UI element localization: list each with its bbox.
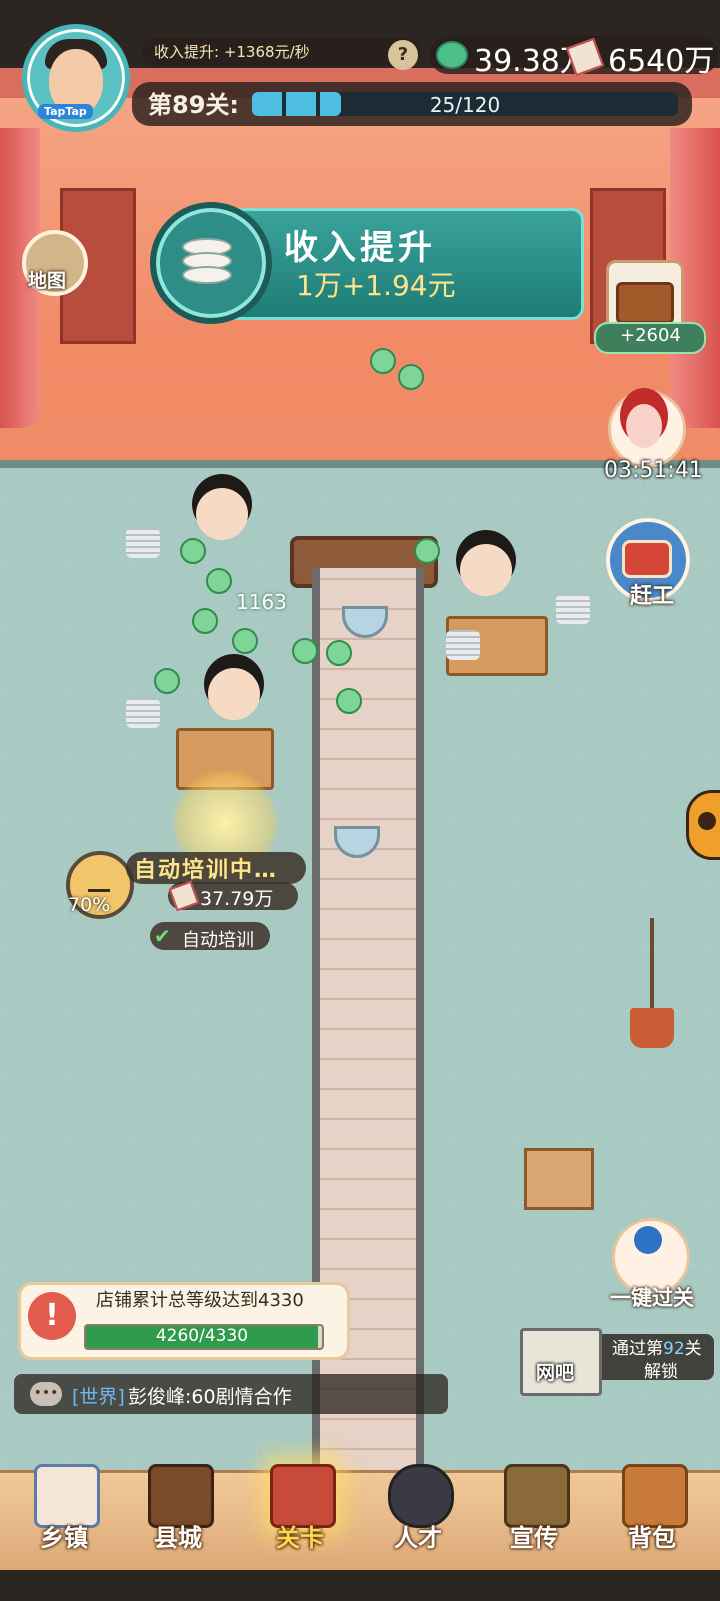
- alert-icon: !: [28, 1292, 76, 1340]
- money-icon: [414, 538, 440, 564]
- rush-label: 赶工: [630, 584, 675, 609]
- task-progress-text: 4260/4330: [155, 1326, 249, 1346]
- nav-talent[interactable]: 人才: [368, 1456, 468, 1566]
- banner-title: 收入提升: [284, 228, 436, 268]
- level-progress-text: 25/120: [429, 93, 501, 117]
- auto-train-label: 自动培训: [182, 930, 254, 951]
- money-icon: [206, 568, 232, 594]
- plate-stack: [556, 594, 590, 624]
- training-cost: 37.79万: [200, 888, 274, 910]
- cash-popup: 1163: [236, 590, 287, 614]
- taptap-badge: TapTap: [38, 104, 93, 119]
- income-boost-label: 收入提升: +1368元/秒: [142, 38, 420, 66]
- money-icon: [292, 638, 318, 664]
- money-icon: [326, 640, 352, 666]
- money-icon: [232, 628, 258, 654]
- plate-stack: [126, 698, 160, 728]
- nav-label: 宣传: [510, 1524, 558, 1552]
- chat-channel: [世界]: [72, 1386, 125, 1408]
- runner-icon: [634, 1226, 662, 1254]
- money-icon: [180, 538, 206, 564]
- nav-label: 人才: [394, 1524, 442, 1552]
- nav-label: 县城: [154, 1524, 202, 1552]
- money-icon: [398, 364, 424, 390]
- training-status: 自动培训中…: [134, 858, 279, 883]
- nav-promotion[interactable]: 宣传: [484, 1456, 584, 1566]
- event-timer: 03:51:41: [604, 458, 703, 483]
- unlock-label: 解锁: [644, 1362, 678, 1382]
- plate-stack: [126, 528, 160, 558]
- map-label: 地图: [28, 270, 67, 292]
- unlock-requirement: 通过第92关: [612, 1339, 702, 1359]
- drum-icon: [622, 540, 672, 578]
- nav-town[interactable]: 乡镇: [14, 1456, 114, 1566]
- nav-county[interactable]: 县城: [128, 1456, 228, 1566]
- nav-label: 背包: [628, 1524, 676, 1552]
- worker-character[interactable]: [208, 668, 260, 720]
- chat-message: 彭俊峰:60剧情合作: [128, 1386, 292, 1408]
- nav-levels[interactable]: 关卡: [250, 1456, 350, 1566]
- money-icon: [336, 688, 362, 714]
- worker-character[interactable]: [460, 544, 512, 596]
- chest-bonus-text: +2604: [620, 325, 681, 346]
- treasure-chest-icon: [616, 282, 674, 324]
- plate-stack: [446, 630, 480, 660]
- internet-cafe-label: 网吧: [536, 1362, 575, 1384]
- mascot-eye-icon: [698, 812, 716, 830]
- money-icon: [154, 668, 180, 694]
- system-nav-bar: [0, 1570, 720, 1601]
- coin-stack-icon: [150, 202, 272, 324]
- chat-bubble-icon: •••: [30, 1382, 62, 1406]
- worker-character[interactable]: [196, 488, 248, 540]
- ticket-value: 6540万: [608, 44, 715, 79]
- help-button[interactable]: ?: [388, 40, 418, 70]
- level-label: 第89关:: [148, 91, 239, 119]
- potted-plant[interactable]: [630, 1008, 674, 1048]
- money-icon: [370, 348, 396, 374]
- skip-label: 一键过关: [610, 1286, 694, 1310]
- checkmark-icon: ✔: [154, 924, 171, 948]
- task-description: 店铺累计总等级达到4330: [96, 1290, 304, 1311]
- nav-backpack[interactable]: 背包: [602, 1456, 702, 1566]
- training-percent: 70%: [68, 894, 111, 916]
- cash-icon: [436, 41, 468, 69]
- plant-stem: [650, 918, 654, 1014]
- coin: [182, 266, 232, 284]
- banner-subtitle: 1万+1.94元: [296, 269, 456, 302]
- opera-mask-icon: [626, 404, 662, 448]
- nav-label: 关卡: [276, 1524, 324, 1552]
- nav-label: 乡镇: [40, 1524, 88, 1552]
- money-icon: [192, 608, 218, 634]
- crate[interactable]: [524, 1148, 594, 1210]
